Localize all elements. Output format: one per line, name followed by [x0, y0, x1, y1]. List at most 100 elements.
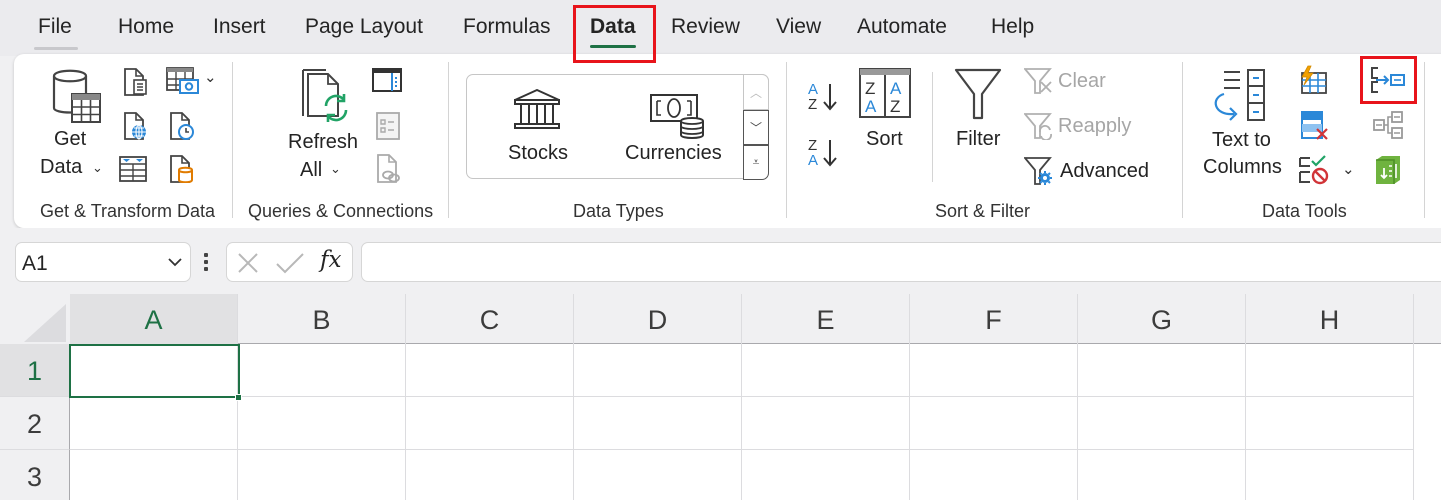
column-header-c[interactable]: C	[406, 294, 574, 344]
cell-f3[interactable]	[910, 450, 1078, 500]
chevron-down-icon[interactable]: ⌄	[204, 68, 217, 86]
sort-label: Sort	[866, 128, 903, 150]
cell-e2[interactable]	[742, 397, 910, 450]
recent-sources-icon[interactable]	[168, 112, 196, 140]
cell-h2[interactable]	[1246, 397, 1414, 450]
cell-g1[interactable]	[1078, 344, 1246, 397]
manage-data-model-icon[interactable]	[1372, 154, 1404, 186]
insert-function-icon[interactable]: fx	[320, 247, 341, 273]
cell-h3[interactable]	[1246, 450, 1414, 500]
tab-help-label: Help	[991, 15, 1035, 38]
tab-page-layout-label: Page Layout	[305, 15, 423, 38]
cell-d2[interactable]	[574, 397, 742, 450]
sort-a-to-z-icon[interactable]: A Z	[806, 80, 840, 112]
stocks-label: Stocks	[508, 142, 569, 164]
column-header-b[interactable]: B	[238, 294, 406, 344]
row-header-1[interactable]: 1	[0, 344, 70, 397]
tab-help[interactable]: Help	[991, 15, 1034, 39]
sort-z-to-a-icon[interactable]: Z A	[806, 136, 840, 168]
cell-g2[interactable]	[1078, 397, 1246, 450]
tab-insert[interactable]: Insert	[213, 15, 266, 39]
cell-b3[interactable]	[238, 450, 406, 500]
fill-handle[interactable]	[235, 394, 242, 401]
column-header-h[interactable]: H	[1246, 294, 1414, 344]
consolidate-icon[interactable]	[1370, 66, 1406, 94]
tab-file[interactable]: File	[34, 15, 78, 50]
group-separator	[1182, 62, 1183, 218]
more-options-icon[interactable]	[204, 253, 209, 274]
cell-d3[interactable]	[574, 450, 742, 500]
tab-data[interactable]: Data	[590, 15, 636, 48]
cell-a1[interactable]	[70, 344, 238, 397]
row-header-3[interactable]: 3	[0, 450, 70, 500]
expand-gallery-icon: ⩡	[752, 155, 760, 169]
edit-links-icon[interactable]	[376, 154, 402, 184]
tab-review[interactable]: Review	[671, 15, 740, 39]
flash-fill-icon[interactable]	[1298, 65, 1328, 95]
cell-c1[interactable]	[406, 344, 574, 397]
cell-a3[interactable]	[70, 450, 238, 500]
cell-h1[interactable]	[1246, 344, 1414, 397]
cell-e3[interactable]	[742, 450, 910, 500]
properties-icon[interactable]	[376, 112, 400, 140]
from-web-icon[interactable]	[122, 112, 148, 140]
enter-check-icon[interactable]	[275, 252, 305, 274]
filter-label: Filter	[956, 128, 1001, 150]
group-label-get-transform: Get & Transform Data	[40, 201, 216, 221]
gallery-expand[interactable]: ⩡	[743, 145, 769, 180]
cell-c2[interactable]	[406, 397, 574, 450]
cell-f1[interactable]	[910, 344, 1078, 397]
column-header-g[interactable]: G	[1078, 294, 1246, 344]
from-text-csv-icon[interactable]	[122, 68, 148, 96]
data-validation-icon[interactable]	[1298, 154, 1330, 186]
clear-label: Clear	[1058, 70, 1106, 92]
cell-b2[interactable]	[238, 397, 406, 450]
chevron-down-icon: ⌄	[92, 160, 103, 175]
formula-buttons: fx	[226, 242, 353, 282]
row-header-2[interactable]: 2	[0, 397, 70, 450]
tab-formulas[interactable]: Formulas	[463, 15, 551, 39]
text-to-columns-icon	[1214, 69, 1265, 121]
gallery-scroll-down[interactable]: ﹀	[743, 110, 769, 145]
cancel-icon[interactable]	[237, 252, 259, 274]
tab-automate[interactable]: Automate	[857, 15, 947, 39]
group-separator	[1424, 62, 1425, 218]
column-header-d[interactable]: D	[574, 294, 742, 344]
tab-file-underline	[34, 47, 78, 50]
text-to-columns-label-1: Text to	[1212, 129, 1271, 151]
cell-f2[interactable]	[910, 397, 1078, 450]
relationships-icon[interactable]	[1372, 110, 1404, 140]
cell-d1[interactable]	[574, 344, 742, 397]
cell-c3[interactable]	[406, 450, 574, 500]
queries-connections-icon[interactable]	[372, 68, 402, 92]
chevron-down-icon[interactable]: ⌄	[1342, 160, 1355, 178]
tab-page-layout[interactable]: Page Layout	[305, 15, 423, 39]
database-icon	[52, 69, 101, 123]
advanced-filter-icon	[1024, 157, 1052, 185]
chevron-down-icon: ⌄	[330, 161, 341, 176]
chevron-down-icon[interactable]	[166, 253, 184, 271]
tab-view[interactable]: View	[776, 15, 821, 39]
column-header-f[interactable]: F	[910, 294, 1078, 344]
tab-home[interactable]: Home	[118, 15, 174, 39]
formula-input[interactable]	[361, 242, 1441, 282]
remove-duplicates-icon[interactable]	[1300, 110, 1330, 142]
cell-g3[interactable]	[1078, 450, 1246, 500]
existing-connections-icon[interactable]	[168, 155, 194, 183]
cell-a2[interactable]	[70, 397, 238, 450]
svg-text:Z: Z	[890, 97, 900, 116]
filter-funnel-icon	[954, 68, 1002, 120]
from-table-range-icon[interactable]	[119, 156, 147, 182]
from-picture-icon[interactable]	[166, 67, 200, 95]
gallery-scroll-up[interactable]: ︿	[743, 74, 769, 110]
name-box[interactable]: A1	[15, 242, 191, 282]
select-all-corner[interactable]	[0, 294, 70, 344]
tab-automate-label: Automate	[857, 15, 947, 38]
cell-b1[interactable]	[238, 344, 406, 397]
column-header-a[interactable]: A	[70, 294, 238, 344]
svg-text:A: A	[865, 97, 877, 116]
currency-icon	[650, 94, 704, 139]
chevron-up-icon: ︿	[749, 85, 762, 100]
cell-e1[interactable]	[742, 344, 910, 397]
column-header-e[interactable]: E	[742, 294, 910, 344]
